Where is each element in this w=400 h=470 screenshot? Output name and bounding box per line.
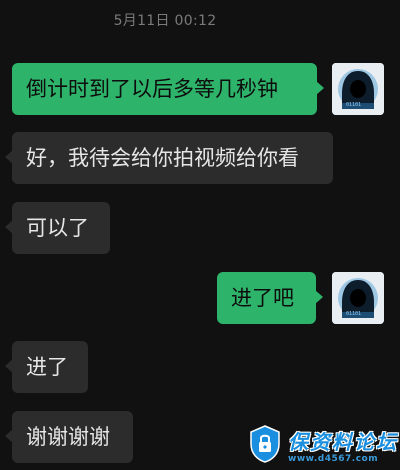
incoming-message-bubble[interactable]: 谢谢谢谢 xyxy=(5,411,133,463)
message-timestamp: 5月11日 00:12 xyxy=(113,13,217,29)
chat-screen: 5月11日 00:12 倒计时到了以后多等几秒钟 01101 好，我待会给你拍视… xyxy=(0,0,400,470)
watermark-url: www.d4567.com xyxy=(288,454,379,464)
lock-shield-icon xyxy=(248,424,282,464)
outgoing-message-bubble[interactable]: 进了吧 xyxy=(217,272,323,324)
incoming-message-bubble[interactable]: 好，我待会给你拍视频给你看 xyxy=(5,132,333,184)
incoming-message-bubble[interactable]: 可以了 xyxy=(5,202,110,254)
incoming-message-bubble[interactable]: 进了 xyxy=(5,341,88,393)
svg-text:01101: 01101 xyxy=(346,102,361,108)
outgoing-message-bubble[interactable]: 倒计时到了以后多等几秒钟 xyxy=(12,63,324,115)
watermark-title: 保资料论坛 xyxy=(288,430,398,454)
hooded-hacker-avatar-icon[interactable]: 01101 xyxy=(332,63,384,115)
forum-watermark: 保资料论坛 www.d4567.com xyxy=(244,420,400,470)
svg-text:01101: 01101 xyxy=(346,311,361,317)
hooded-hacker-avatar-icon[interactable]: 01101 xyxy=(332,272,384,324)
